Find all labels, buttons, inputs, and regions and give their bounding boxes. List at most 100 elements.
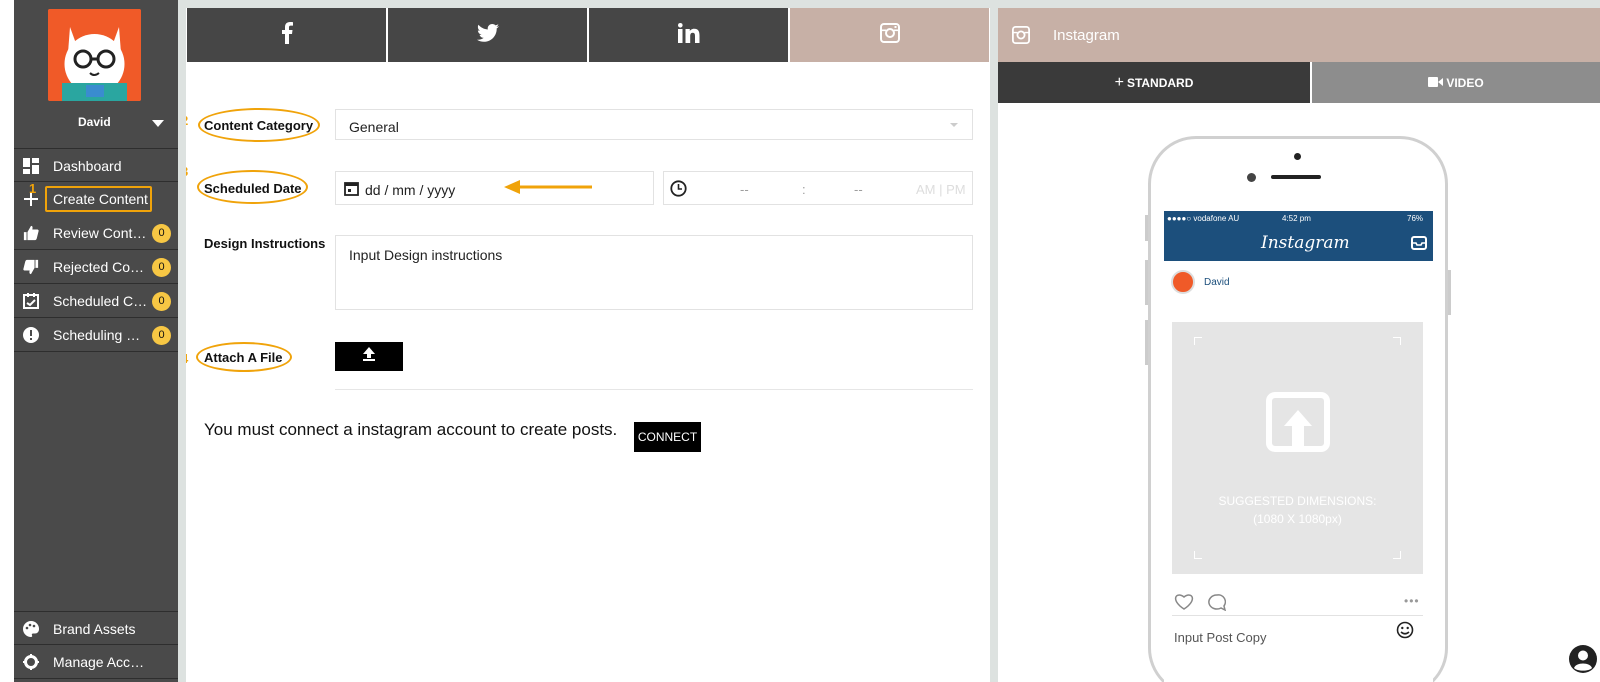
sidebar-item-label: Brand Assets	[53, 621, 136, 637]
instagram-icon	[879, 22, 900, 48]
sidebar-item-label: Scheduled Content	[53, 293, 148, 309]
user-menu-caret-icon[interactable]	[152, 120, 164, 127]
network-tabs	[187, 8, 989, 62]
count-badge: 0	[152, 258, 171, 277]
more-options-icon[interactable]: •••	[1404, 594, 1420, 608]
user-avatar[interactable]	[48, 9, 141, 101]
date-input[interactable]: dd / mm / yyyy	[335, 171, 654, 205]
post-username: David	[1204, 277, 1230, 288]
crop-corner	[1194, 337, 1202, 345]
date-placeholder: dd / mm / yyyy	[365, 182, 456, 198]
time-input[interactable]: -- : -- AM | PM	[663, 171, 973, 205]
account-icon[interactable]	[1569, 645, 1597, 678]
calendar-check-icon	[23, 293, 39, 309]
phone-camera	[1294, 153, 1301, 160]
upload-button[interactable]	[335, 342, 403, 371]
sidebar-item-label: Manage Account	[53, 654, 148, 670]
tab-standard[interactable]: + STANDARD	[998, 62, 1310, 103]
thumbs-down-icon	[23, 259, 39, 275]
connect-message: You must connect a instagram account to …	[204, 420, 618, 439]
phone-speaker	[1271, 175, 1321, 179]
twitter-icon	[476, 23, 499, 47]
app-root: { "sidebar": { "user_name": "David", "it…	[0, 0, 1600, 682]
content-category-select[interactable]: General	[335, 109, 973, 140]
sidebar-item-brand-assets[interactable]: Brand Assets	[14, 611, 178, 645]
phone-screen: ●●●●○ vodafone AU 4:52 pm 76% Instagram …	[1164, 211, 1433, 682]
inbox-icon	[1411, 236, 1427, 255]
linkedin-icon	[677, 22, 700, 48]
image-placeholder[interactable]: SUGGESTED DIMENSIONS: (1080 X 1080px)	[1172, 322, 1423, 574]
post-copy-input[interactable]: Input Post Copy	[1174, 630, 1267, 645]
dashboard-icon	[23, 158, 39, 174]
panel-divider	[178, 0, 186, 682]
status-carrier: ●●●●○ vodafone AU	[1167, 214, 1240, 223]
top-border	[998, 0, 1600, 8]
sidebar: David Dashboard Create Content Review Co…	[14, 0, 178, 682]
gear-icon	[23, 654, 39, 670]
status-battery: 76%	[1407, 214, 1424, 223]
dimensions-line-1: SUGGESTED DIMENSIONS:	[1218, 494, 1377, 508]
dimensions-line-2: (1080 X 1080px)	[1253, 512, 1342, 526]
phone-status-bar: ●●●●○ vodafone AU 4:52 pm 76%	[1164, 211, 1433, 227]
sidebar-item-create-content[interactable]: Create Content	[14, 182, 178, 216]
phone-side-button	[1145, 215, 1148, 241]
phone-side-button	[1145, 320, 1148, 365]
sidebar-item-rejected-content[interactable]: Rejected Content 0	[14, 250, 178, 284]
time-ampm: AM | PM	[916, 182, 966, 197]
clock-icon	[670, 180, 687, 200]
instagram-icon	[1012, 26, 1030, 49]
sidebar-item-review-content[interactable]: Review Content 0	[14, 216, 178, 250]
time-separator: :	[802, 182, 806, 197]
step-marker-1: 1	[29, 181, 37, 196]
crop-corner	[1393, 551, 1401, 559]
tab-facebook[interactable]	[187, 8, 386, 62]
heart-icon[interactable]	[1174, 593, 1194, 615]
post-avatar	[1171, 270, 1195, 294]
phone-side-button	[1145, 260, 1148, 305]
post-divider	[1172, 615, 1423, 616]
crop-corner	[1194, 551, 1202, 559]
emoji-icon[interactable]	[1396, 621, 1414, 644]
sidebar-item-label: Rejected Content	[53, 259, 148, 275]
scheduled-date-label: Scheduled Date	[204, 181, 302, 196]
count-badge: 0	[152, 326, 171, 345]
upload-image-icon	[1266, 392, 1330, 457]
panel-divider	[990, 0, 998, 682]
sidebar-item-dashboard[interactable]: Dashboard	[14, 148, 178, 182]
comment-icon[interactable]	[1208, 594, 1227, 616]
time-hour: --	[740, 182, 749, 197]
sidebar-item-label: Scheduling Errors	[53, 327, 148, 343]
sidebar-item-label: Create Content	[53, 191, 148, 207]
status-time: 4:52 pm	[1282, 214, 1311, 223]
preview-title: Instagram	[1053, 27, 1120, 44]
chevron-down-icon	[950, 123, 958, 127]
top-border	[186, 0, 990, 8]
alert-icon	[23, 327, 39, 343]
sidebar-item-scheduling-errors[interactable]: Scheduling Errors 0	[14, 318, 178, 352]
calendar-icon	[344, 181, 359, 199]
count-badge: 0	[152, 292, 171, 311]
sidebar-item-manage-account[interactable]: Manage Account	[14, 645, 178, 679]
tab-video[interactable]: VIDEO	[1312, 62, 1600, 103]
form-divider	[335, 389, 973, 390]
design-instructions-label: Design Instructions	[204, 236, 326, 251]
palette-icon	[23, 621, 39, 637]
phone-sensor	[1247, 173, 1256, 182]
plus-icon: +	[1114, 73, 1124, 91]
tab-twitter[interactable]	[388, 8, 587, 62]
design-instructions-input[interactable]: Input Design instructions	[335, 235, 973, 310]
tab-video-label: VIDEO	[1446, 75, 1484, 90]
connect-button[interactable]: CONNECT	[634, 422, 701, 452]
sidebar-item-label: Dashboard	[53, 158, 122, 174]
instagram-app-bar: Instagram	[1164, 227, 1433, 261]
time-minute: --	[854, 182, 863, 197]
annotation-arrow	[504, 180, 592, 194]
sidebar-item-scheduled-content[interactable]: Scheduled Content 0	[14, 284, 178, 318]
design-placeholder: Input Design instructions	[349, 247, 503, 263]
tab-standard-label: STANDARD	[1126, 75, 1194, 90]
instagram-logo: Instagram	[1261, 233, 1350, 253]
tab-linkedin[interactable]	[589, 8, 788, 62]
tab-instagram[interactable]	[790, 8, 989, 62]
crop-corner	[1393, 337, 1401, 345]
user-name: David	[78, 115, 111, 129]
